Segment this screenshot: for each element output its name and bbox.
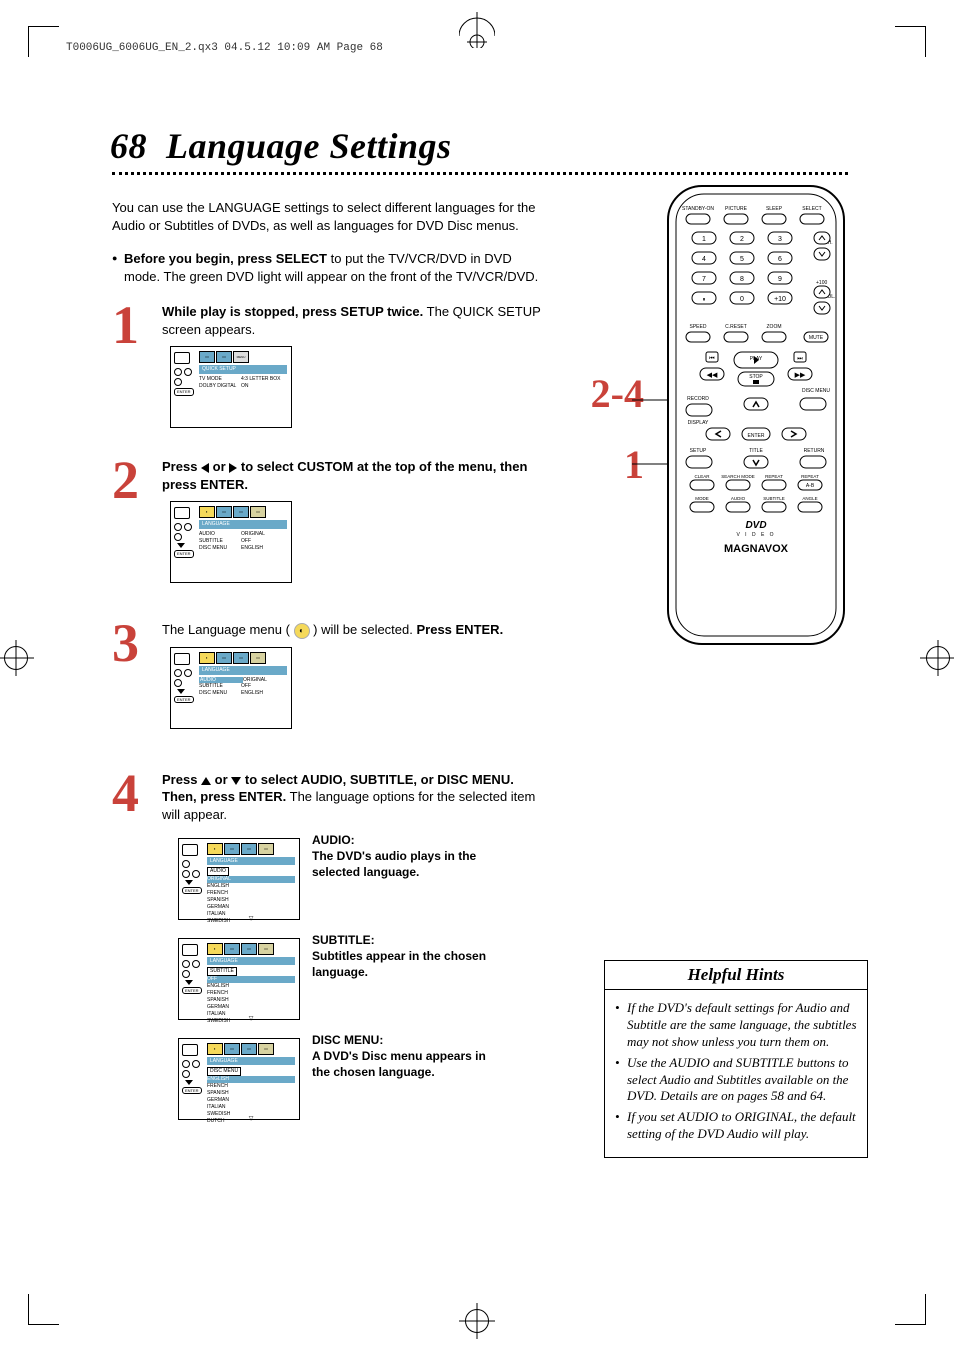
bleed-indicator-icon	[459, 12, 495, 32]
svg-text:2: 2	[740, 236, 744, 243]
svg-text:REPEAT: REPEAT	[801, 474, 819, 479]
svg-text:⏮: ⏮	[709, 356, 715, 362]
step2-bold: Press or to select CUSTOM at the top of …	[162, 459, 527, 492]
osd-quick-setup: ENTER ▭▭MENU QUICK SETUP TV MODE4:3 LETT…	[170, 346, 292, 428]
svg-text:SELECT: SELECT	[802, 206, 821, 212]
svg-text:+100: +100	[816, 280, 827, 286]
svg-text:C.RESET: C.RESET	[725, 324, 747, 330]
step-number-4: 4	[112, 757, 139, 830]
svg-text:SUBTITLE: SUBTITLE	[763, 496, 785, 501]
step-number-3: 3	[112, 607, 139, 680]
crop-mark	[28, 26, 59, 57]
svg-text:5: 5	[740, 256, 744, 263]
page-title: 68 Language Settings	[110, 125, 452, 167]
svg-text:4: 4	[702, 256, 706, 263]
svg-text:◀◀: ◀◀	[707, 372, 718, 379]
up-arrow-icon	[201, 777, 211, 785]
hint-3: If you set AUDIO to ORIGINAL, the defaul…	[615, 1109, 857, 1143]
step-3: 3 The Language menu ( ◐ ) will be select…	[112, 621, 542, 729]
registration-mark	[0, 640, 34, 676]
discmenu-description: DISC MENU: A DVD's Disc menu appears in …	[312, 1030, 492, 1081]
crop-mark	[895, 1294, 926, 1325]
remote-control-illustration: STANDBY-ON PICTURE SLEEP SELECT 1 2 3 4 5 6 7 8…	[646, 180, 866, 655]
registration-mark	[920, 640, 954, 676]
crop-mark	[28, 1294, 59, 1325]
language-menu-icon: ◐	[294, 623, 310, 639]
hint-1: If the DVD's default settings for Audio …	[615, 1000, 857, 1051]
svg-text:MAGNAVOX: MAGNAVOX	[724, 543, 789, 555]
header-line: T0006UG_6006UG_EN_2.qx3 04.5.12 10:09 AM…	[66, 42, 383, 54]
helpful-hints-box: Helpful Hints If the DVD's default setti…	[604, 960, 868, 1158]
callout-2-4: 2-4	[591, 370, 644, 417]
title-text: Language Settings	[166, 126, 452, 166]
svg-text:⏭: ⏭	[797, 356, 803, 362]
svg-text:ANGLE: ANGLE	[802, 496, 817, 501]
svg-text:+10: +10	[774, 296, 786, 303]
svg-text:RECORD: RECORD	[687, 396, 709, 402]
before-begin-note: Before you begin, press SELECT to put th…	[112, 250, 542, 285]
left-arrow-icon	[201, 463, 209, 473]
step3-text-b: ) will be selected.	[310, 622, 417, 637]
svg-text:ZOOM: ZOOM	[767, 324, 782, 330]
svg-text:MUTE: MUTE	[809, 335, 824, 341]
osd-custom-language: ENTER ◐▭▭▭ LANGUAGE AUDIOORIGINAL SUBTIT…	[170, 501, 292, 583]
svg-text:3: 3	[778, 236, 782, 243]
svg-text:0: 0	[740, 296, 744, 303]
step3-bold: Press ENTER.	[416, 622, 503, 637]
crop-mark	[895, 26, 926, 57]
step-1: 1 While play is stopped, press SETUP twi…	[112, 303, 542, 428]
svg-text:▶▶: ▶▶	[795, 372, 806, 379]
osd-discmenu-options: ENTER ◐▭▭▭ LANGUAGE DISC MENU ENGLISHFRE…	[178, 1038, 300, 1120]
svg-text:CLEAR: CLEAR	[694, 474, 710, 479]
step3-text-a: The Language menu (	[162, 622, 294, 637]
svg-text:DISPLAY: DISPLAY	[688, 420, 709, 426]
step-2: 2 Press or to select CUSTOM at the top o…	[112, 458, 542, 583]
svg-text:6: 6	[778, 256, 782, 263]
step-4: 4 Press or to select AUDIO, SUBTITLE, or…	[112, 771, 542, 1120]
audio-description: AUDIO: The DVD's audio plays in the sele…	[312, 830, 492, 881]
step1-bold: While play is stopped, press SETUP twice…	[162, 304, 423, 319]
osd-subtitle-options: ENTER ◐▭▭▭ LANGUAGE SUBTITLE OFFENGLISHF…	[178, 938, 300, 1020]
hint-2: Use the AUDIO and SUBTITLE buttons to se…	[615, 1055, 857, 1106]
svg-text:DISC MENU: DISC MENU	[802, 388, 830, 394]
svg-text:STANDBY-ON: STANDBY-ON	[682, 206, 714, 212]
svg-text:RETURN: RETURN	[804, 448, 825, 454]
remote-callouts: 2-4 1	[591, 370, 644, 488]
svg-text:DVD: DVD	[745, 520, 766, 531]
svg-text:PICTURE: PICTURE	[725, 206, 748, 212]
svg-text:SLEEP: SLEEP	[766, 206, 783, 212]
svg-text:A-B: A-B	[806, 483, 815, 489]
svg-text:SPEED: SPEED	[690, 324, 707, 330]
subtitle-description: SUBTITLE: Subtitles appear in the chosen…	[312, 930, 492, 981]
svg-text:STOP: STOP	[749, 374, 763, 380]
svg-text:⏸: ⏸	[702, 297, 705, 303]
right-arrow-icon	[229, 463, 237, 473]
svg-text:REPEAT: REPEAT	[765, 474, 783, 479]
svg-text:MODE: MODE	[695, 496, 709, 501]
svg-text:SETUP: SETUP	[690, 448, 707, 454]
registration-mark	[459, 1303, 495, 1339]
svg-text:V I D E O: V I D E O	[736, 532, 775, 538]
callout-1: 1	[591, 441, 644, 488]
svg-text:SEARCH MODE: SEARCH MODE	[721, 474, 755, 479]
step-number-1: 1	[112, 289, 139, 362]
helpful-hints-title: Helpful Hints	[605, 965, 867, 990]
divider-dotted	[112, 172, 848, 175]
intro-paragraph: You can use the LANGUAGE settings to sel…	[112, 199, 542, 234]
osd-audio-options: ENTER ◐▭▭▭ LANGUAGE AUDIO ORIGINALENGLIS…	[178, 838, 300, 920]
down-arrow-icon	[231, 777, 241, 785]
svg-text:TITLE: TITLE	[749, 448, 763, 454]
svg-text:7: 7	[702, 276, 706, 283]
page-number: 68	[110, 126, 147, 166]
svg-text:1: 1	[702, 236, 706, 243]
svg-text:8: 8	[740, 276, 744, 283]
osd-language-selected: ENTER ◐▭▭▭ LANGUAGE AUDIOORIGINAL SUBTIT…	[170, 647, 292, 729]
svg-text:ENTER: ENTER	[748, 433, 765, 439]
step-number-2: 2	[112, 444, 139, 517]
svg-text:AUDIO: AUDIO	[731, 496, 746, 501]
before-begin-bold: Before you begin, press SELECT	[124, 251, 327, 266]
svg-text:9: 9	[778, 276, 782, 283]
